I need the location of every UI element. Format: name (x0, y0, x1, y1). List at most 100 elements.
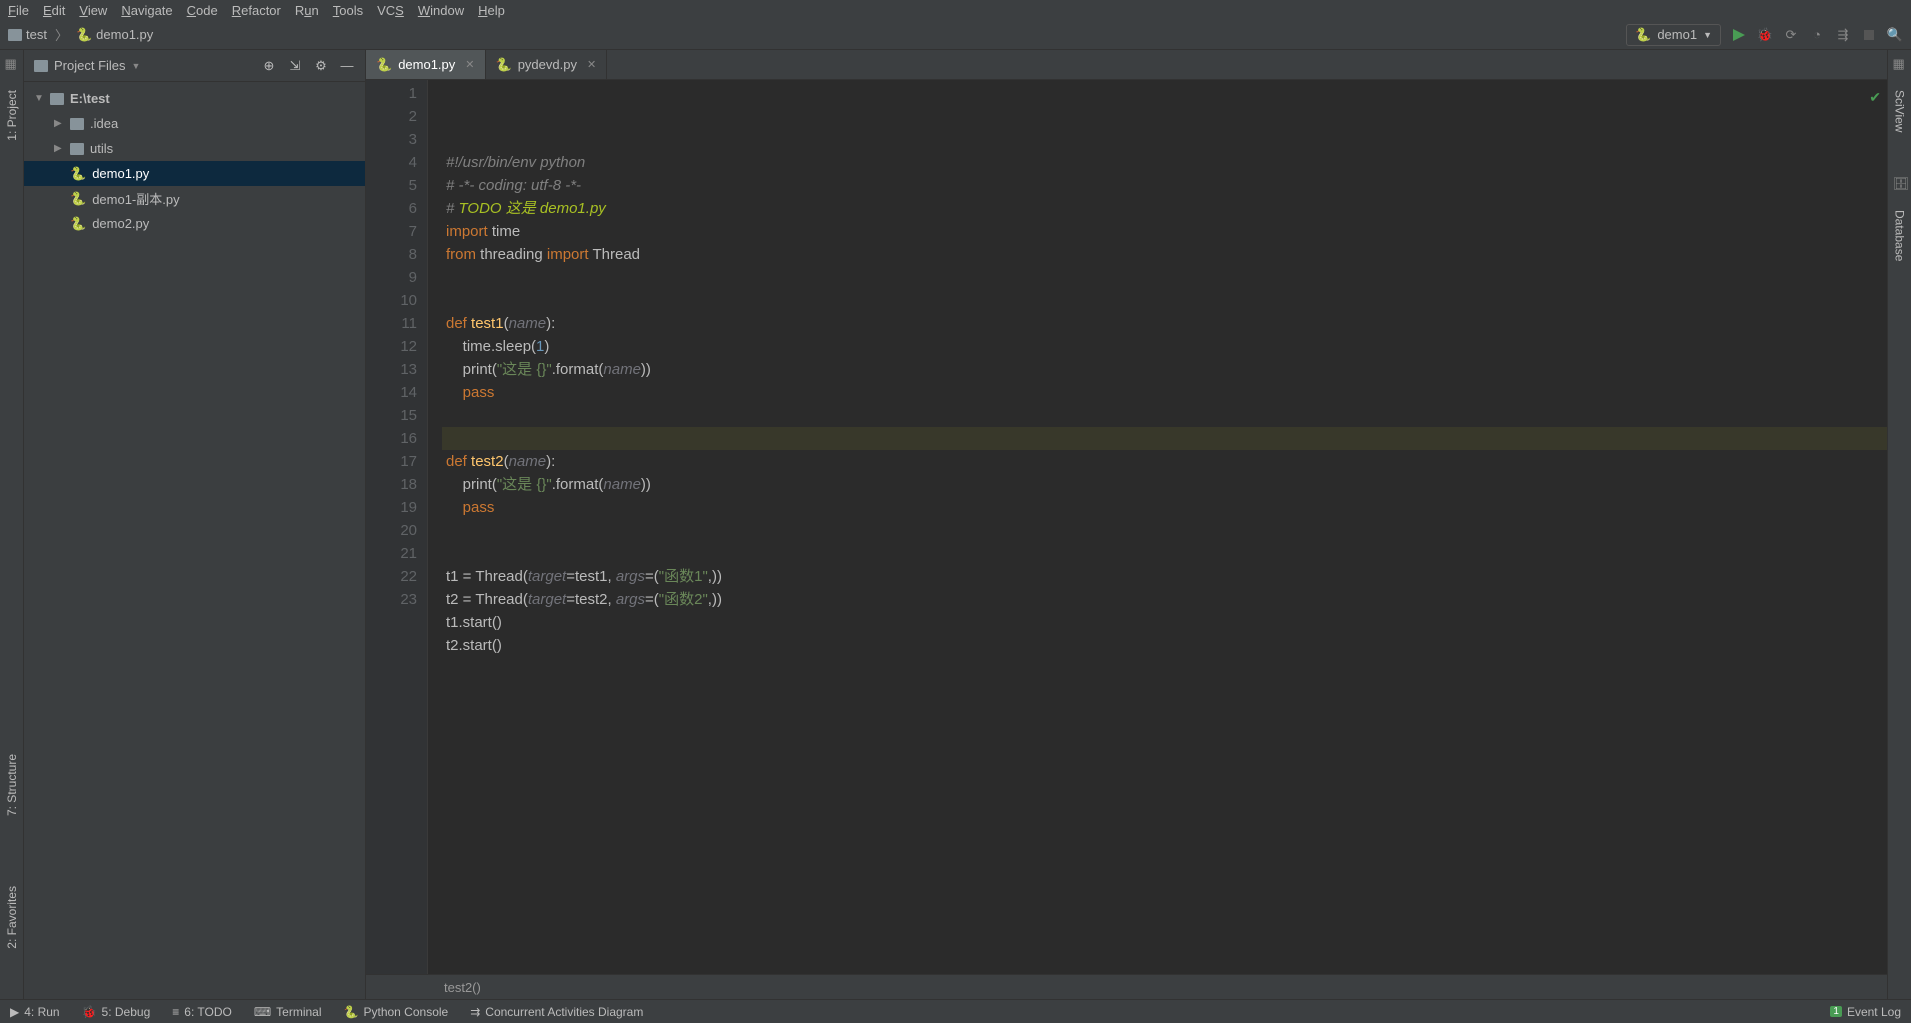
menu-refactor[interactable]: Refactor (232, 3, 281, 18)
code-line[interactable]: t1 = Thread(target=test1, args=("函数1",)) (446, 565, 1887, 588)
grid-icon[interactable]: ▦ (1893, 56, 1907, 70)
tree-item[interactable]: ▶utils (24, 136, 365, 161)
code-line[interactable]: def test1(name): (446, 312, 1887, 335)
hide-icon[interactable]: — (339, 58, 355, 74)
favorites-tab[interactable]: 2: Favorites (3, 880, 21, 955)
code-line[interactable]: #!/usr/bin/env python (446, 151, 1887, 174)
menu-window[interactable]: Window (418, 3, 464, 18)
line-number[interactable]: 16 (366, 427, 417, 450)
menu-run[interactable]: Run (295, 3, 319, 18)
menu-help[interactable]: Help (478, 3, 505, 18)
database-icon[interactable]: 🗄 (1893, 176, 1907, 190)
concurrent-tool[interactable]: ⇉Concurrent Activities Diagram (470, 1005, 643, 1019)
code-line[interactable]: print("这是 {}".format(name)) (446, 358, 1887, 381)
code-line[interactable]: # TODO 这是 demo1.py (446, 197, 1887, 220)
code-line[interactable]: print("这是 {}".format(name)) (446, 473, 1887, 496)
terminal-tool[interactable]: ⌨Terminal (254, 1005, 322, 1019)
code-line[interactable] (446, 266, 1887, 289)
inspection-ok-icon[interactable]: ✔ (1869, 86, 1881, 109)
editor-body[interactable]: 1234567891011121314151617181920212223 ✔ … (366, 80, 1887, 974)
menu-code[interactable]: Code (187, 3, 218, 18)
code-line[interactable] (446, 657, 1887, 680)
line-number[interactable]: 19 (366, 496, 417, 519)
line-number[interactable]: 13 (366, 358, 417, 381)
line-number[interactable]: 5 (366, 174, 417, 197)
line-number[interactable]: 14 (366, 381, 417, 404)
line-number[interactable]: 18 (366, 473, 417, 496)
code-line[interactable]: pass (446, 381, 1887, 404)
breadcrumb-file[interactable]: 🐍 demo1.py (76, 27, 153, 43)
breadcrumb-root[interactable]: test (8, 27, 47, 42)
tree-item[interactable]: 🐍demo1.py (24, 161, 365, 186)
menu-file[interactable]: File (8, 3, 29, 18)
project-tab[interactable]: 1: Project (3, 84, 21, 147)
menu-edit[interactable]: Edit (43, 3, 65, 18)
project-icon[interactable]: ▦ (5, 56, 19, 70)
line-number[interactable]: 2 (366, 105, 417, 128)
code-line[interactable]: time.sleep(1) (446, 335, 1887, 358)
profile-button[interactable]: ◔ (1809, 27, 1825, 43)
code-line[interactable] (446, 289, 1887, 312)
code-line[interactable]: t2 = Thread(target=test2, args=("函数2",)) (446, 588, 1887, 611)
menu-view[interactable]: View (79, 3, 107, 18)
tree-item[interactable]: ▶.idea (24, 111, 365, 136)
tree-item[interactable]: 🐍demo2.py (24, 211, 365, 236)
code-line[interactable]: import time (446, 220, 1887, 243)
line-number[interactable]: 12 (366, 335, 417, 358)
line-number[interactable]: 15 (366, 404, 417, 427)
sciview-tab[interactable]: SciView (1891, 84, 1909, 138)
line-number[interactable]: 4 (366, 151, 417, 174)
code-line[interactable]: # -*- coding: utf-8 -*- (446, 174, 1887, 197)
code-line[interactable] (446, 427, 1887, 450)
editor-tab[interactable]: 🐍pydevd.py✕ (486, 50, 608, 79)
line-number[interactable]: 20 (366, 519, 417, 542)
code-line[interactable] (446, 542, 1887, 565)
menu-vcs[interactable]: VCS (377, 3, 404, 18)
tree-root[interactable]: ▼ E:\test (24, 86, 365, 111)
menu-tools[interactable]: Tools (333, 3, 363, 18)
fold-column[interactable] (428, 80, 442, 974)
close-icon[interactable]: ✕ (465, 58, 474, 71)
concurrency-button[interactable]: ⇶ (1835, 27, 1851, 43)
code-line[interactable] (446, 519, 1887, 542)
todo-tool[interactable]: ≡6: TODO (172, 1005, 232, 1019)
line-number[interactable]: 22 (366, 565, 417, 588)
menu-navigate[interactable]: Navigate (121, 3, 172, 18)
search-everywhere-button[interactable]: 🔍 (1887, 27, 1903, 43)
line-number[interactable]: 11 (366, 312, 417, 335)
line-number[interactable]: 23 (366, 588, 417, 611)
run-tool[interactable]: ▶4: Run (10, 1005, 60, 1019)
expand-arrow-icon[interactable]: ▶ (54, 118, 64, 129)
expand-arrow-icon[interactable]: ▼ (34, 93, 44, 104)
line-number[interactable]: 6 (366, 197, 417, 220)
python-console-tool[interactable]: 🐍Python Console (344, 1005, 449, 1019)
line-number[interactable]: 3 (366, 128, 417, 151)
expand-arrow-icon[interactable]: ▶ (54, 143, 64, 154)
code-line[interactable]: def test2(name): (446, 450, 1887, 473)
line-number[interactable]: 7 (366, 220, 417, 243)
code-line[interactable]: t2.start() (446, 634, 1887, 657)
line-number[interactable]: 17 (366, 450, 417, 473)
line-number[interactable]: 9 (366, 266, 417, 289)
editor-breadcrumb-item[interactable]: test2() (444, 980, 481, 995)
code-line[interactable]: pass (446, 496, 1887, 519)
debug-button[interactable]: 🐞 (1757, 27, 1773, 43)
line-number[interactable]: 8 (366, 243, 417, 266)
run-button[interactable] (1731, 27, 1747, 43)
collapse-icon[interactable]: ⇲ (287, 58, 303, 74)
event-log-tool[interactable]: 1 Event Log (1830, 1005, 1901, 1019)
structure-tab[interactable]: 7: Structure (3, 748, 21, 822)
run-configuration-selector[interactable]: 🐍 demo1 ▼ (1626, 24, 1721, 46)
line-number[interactable]: 21 (366, 542, 417, 565)
editor-breadcrumb-bar[interactable]: test2() (366, 974, 1887, 999)
stop-button[interactable] (1861, 27, 1877, 43)
code-line[interactable]: t1.start() (446, 611, 1887, 634)
close-icon[interactable]: ✕ (587, 58, 596, 71)
code-line[interactable]: from threading import Thread (446, 243, 1887, 266)
debug-tool[interactable]: 🐞5: Debug (82, 1005, 151, 1019)
code-line[interactable] (446, 404, 1887, 427)
line-number[interactable]: 1 (366, 82, 417, 105)
database-tab[interactable]: Database (1891, 204, 1909, 267)
editor-tab[interactable]: 🐍demo1.py✕ (366, 50, 486, 79)
line-number[interactable]: 10 (366, 289, 417, 312)
